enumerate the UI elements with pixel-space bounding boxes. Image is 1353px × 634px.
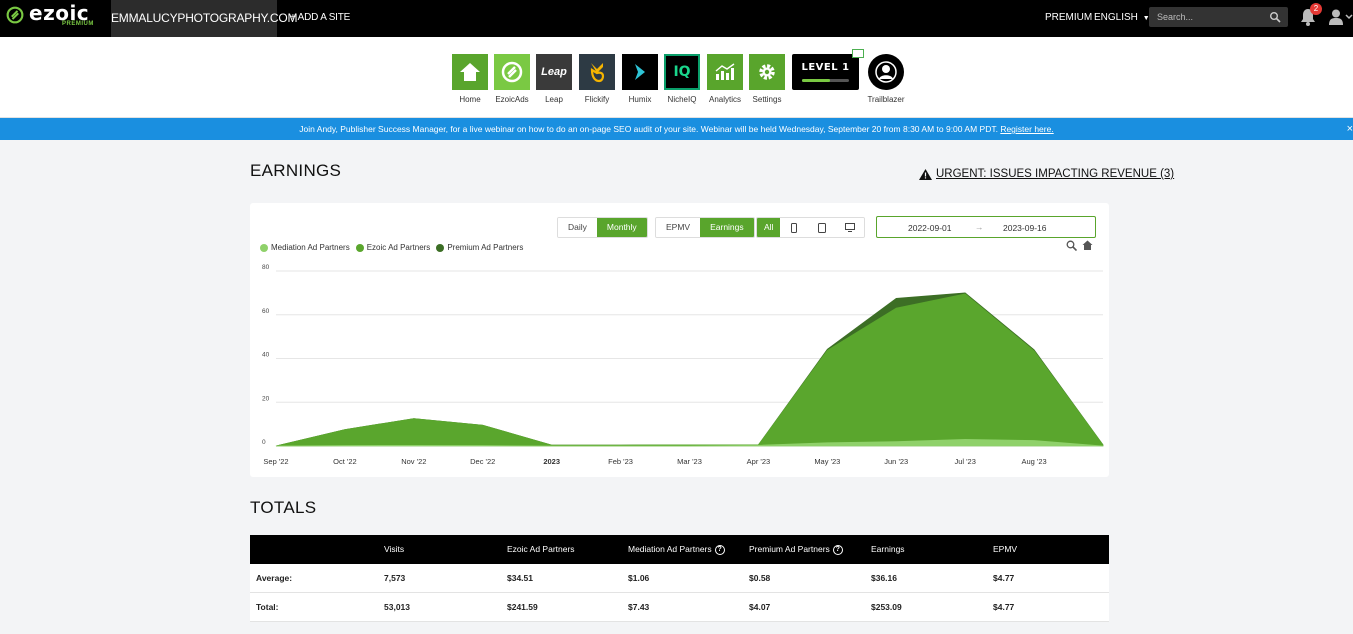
level-progress (802, 79, 849, 82)
logo-sub: PREMIUM (62, 21, 94, 27)
x-tick-label: Oct '22 (333, 457, 357, 466)
y-tick-label: 60 (262, 308, 270, 315)
nicheiq-icon: IQ (664, 54, 700, 90)
col-visits: Visits (384, 544, 405, 554)
cell-visits: 7,573 (384, 573, 406, 583)
col-mediation-label: Mediation Ad Partners (628, 544, 712, 554)
cell-epmv: $4.77 (993, 602, 1015, 612)
cell-epmv: $4.77 (993, 573, 1015, 583)
cell-earnings: $253.09 (871, 602, 902, 612)
flickify-icon (579, 54, 615, 90)
site-tab[interactable]: EMMALUCYPHOTOGRAPHY.COM (111, 0, 298, 37)
col-mediation: Mediation Ad Partners? (628, 535, 725, 564)
col-earnings: Earnings (871, 544, 905, 554)
close-icon[interactable]: × (1347, 118, 1353, 140)
register-link[interactable]: Register here. (1000, 124, 1053, 134)
add-site-link[interactable]: + ADD A SITE (290, 0, 350, 37)
x-tick-label: Sep '22 (263, 457, 288, 466)
search-icon[interactable] (1269, 11, 1281, 23)
cell-mediation: $1.06 (628, 573, 650, 583)
y-tick-label: 0 (262, 439, 266, 446)
x-tick-label: May '23 (814, 457, 840, 466)
totals-title: TOTALS (250, 498, 317, 517)
urgent-text: URGENT: ISSUES IMPACTING REVENUE (3) (936, 168, 1175, 180)
cell-premium: $0.58 (749, 573, 771, 583)
premium-link[interactable]: PREMIUM (1045, 0, 1092, 35)
app-settings[interactable]: Settings (748, 54, 786, 104)
help-icon[interactable]: ? (832, 544, 843, 555)
warning-icon (919, 168, 932, 180)
cell-earnings: $36.16 (871, 573, 897, 583)
earnings-area-chart: 0 20 40 60 80 Sep '22 Oct '22 Nov '22 Dec '22 202… (262, 264, 1104, 466)
trailblazer-icon (868, 54, 904, 90)
x-tick-label: Feb '23 (608, 457, 633, 466)
leap-icon: Leap (536, 54, 572, 90)
cell-mediation: $7.43 (628, 602, 650, 612)
totals-table: Visits Ezoic Ad Partners Mediation Ad Pa… (250, 535, 1109, 622)
level-progress-fill (802, 79, 831, 82)
cell-visits: 53,013 (384, 602, 410, 612)
x-tick-label: Aug '23 (1021, 457, 1046, 466)
col-epmv: EPMV (993, 544, 1018, 554)
nicheiq-icon-text: IQ (673, 64, 691, 80)
y-tick-label: 40 (262, 352, 270, 359)
notification-badge: 2 (1310, 3, 1322, 15)
area-series-ezoic-ad-partners (275, 293, 1104, 447)
col-premium: Premium Ad Partners? (749, 535, 843, 564)
table-header: Visits Ezoic Ad Partners Mediation Ad Pa… (250, 535, 1109, 564)
urgent-issues-link[interactable]: URGENT: ISSUES IMPACTING REVENUE (3) (919, 168, 1174, 180)
cell-premium: $4.07 (749, 602, 771, 612)
table-row-average: Average: 7,573 $34.51 $1.06 $0.58 $36.16… (250, 564, 1109, 593)
top-navbar: ezoic PREMIUM EMMALUCYPHOTOGRAPHY.COM + … (0, 0, 1353, 37)
app-launcher-bar: Home EzoicAds Leap Leap Flickify Humix I… (0, 37, 1353, 118)
row-label: Average: (256, 573, 293, 583)
cell-ezoic: $34.51 (507, 573, 533, 583)
app-label: Settings (752, 95, 782, 104)
x-tick-label: 2023 (543, 457, 560, 466)
table-row-total: Total: 53,013 $241.59 $7.43 $4.07 $253.0… (250, 593, 1109, 622)
col-premium-label: Premium Ad Partners (749, 544, 830, 554)
search-input[interactable] (1149, 7, 1264, 27)
ezoicads-icon (494, 54, 530, 90)
user-avatar-icon[interactable] (1329, 9, 1353, 25)
analytics-icon (707, 54, 743, 90)
earnings-title: EARNINGS (250, 161, 342, 180)
col-ezoic: Ezoic Ad Partners (507, 544, 575, 554)
gear-icon (749, 54, 785, 90)
help-icon[interactable]: ? (714, 544, 725, 555)
x-tick-label: Mar '23 (677, 457, 702, 466)
mail-icon[interactable] (852, 49, 864, 58)
leap-icon-text: Leap (541, 66, 567, 78)
search-box (1149, 7, 1288, 27)
x-tick-label: Jun '23 (884, 457, 908, 466)
y-tick-label: 80 (262, 264, 270, 271)
app-trailblazer[interactable]: Trailblazer (867, 54, 905, 104)
x-tick-label: Jul '23 (954, 457, 975, 466)
home-icon (452, 54, 488, 90)
banner-text: Join Andy, Publisher Success Manager, fo… (299, 124, 1001, 134)
language-label: ENGLISH (1094, 12, 1138, 23)
app-label: Trailblazer (867, 95, 905, 104)
x-tick-label: Dec '22 (470, 457, 495, 466)
humix-icon (622, 54, 658, 90)
cell-ezoic: $241.59 (507, 602, 538, 612)
x-tick-label: Apr '23 (747, 457, 771, 466)
language-dropdown[interactable]: ENGLISH ▼ (1094, 0, 1150, 36)
level-label: LEVEL 1 (801, 62, 850, 73)
level-badge[interactable]: LEVEL 1 (792, 49, 864, 90)
x-tick-label: Nov '22 (401, 457, 426, 466)
y-tick-label: 20 (262, 395, 270, 402)
ezoic-logo-icon[interactable] (6, 6, 24, 24)
row-label: Total: (256, 602, 279, 612)
webinar-banner: Join Andy, Publisher Success Manager, fo… (0, 118, 1353, 140)
earnings-chart-card: Daily Monthly EPMV Earnings All 2022-09-… (250, 203, 1109, 477)
